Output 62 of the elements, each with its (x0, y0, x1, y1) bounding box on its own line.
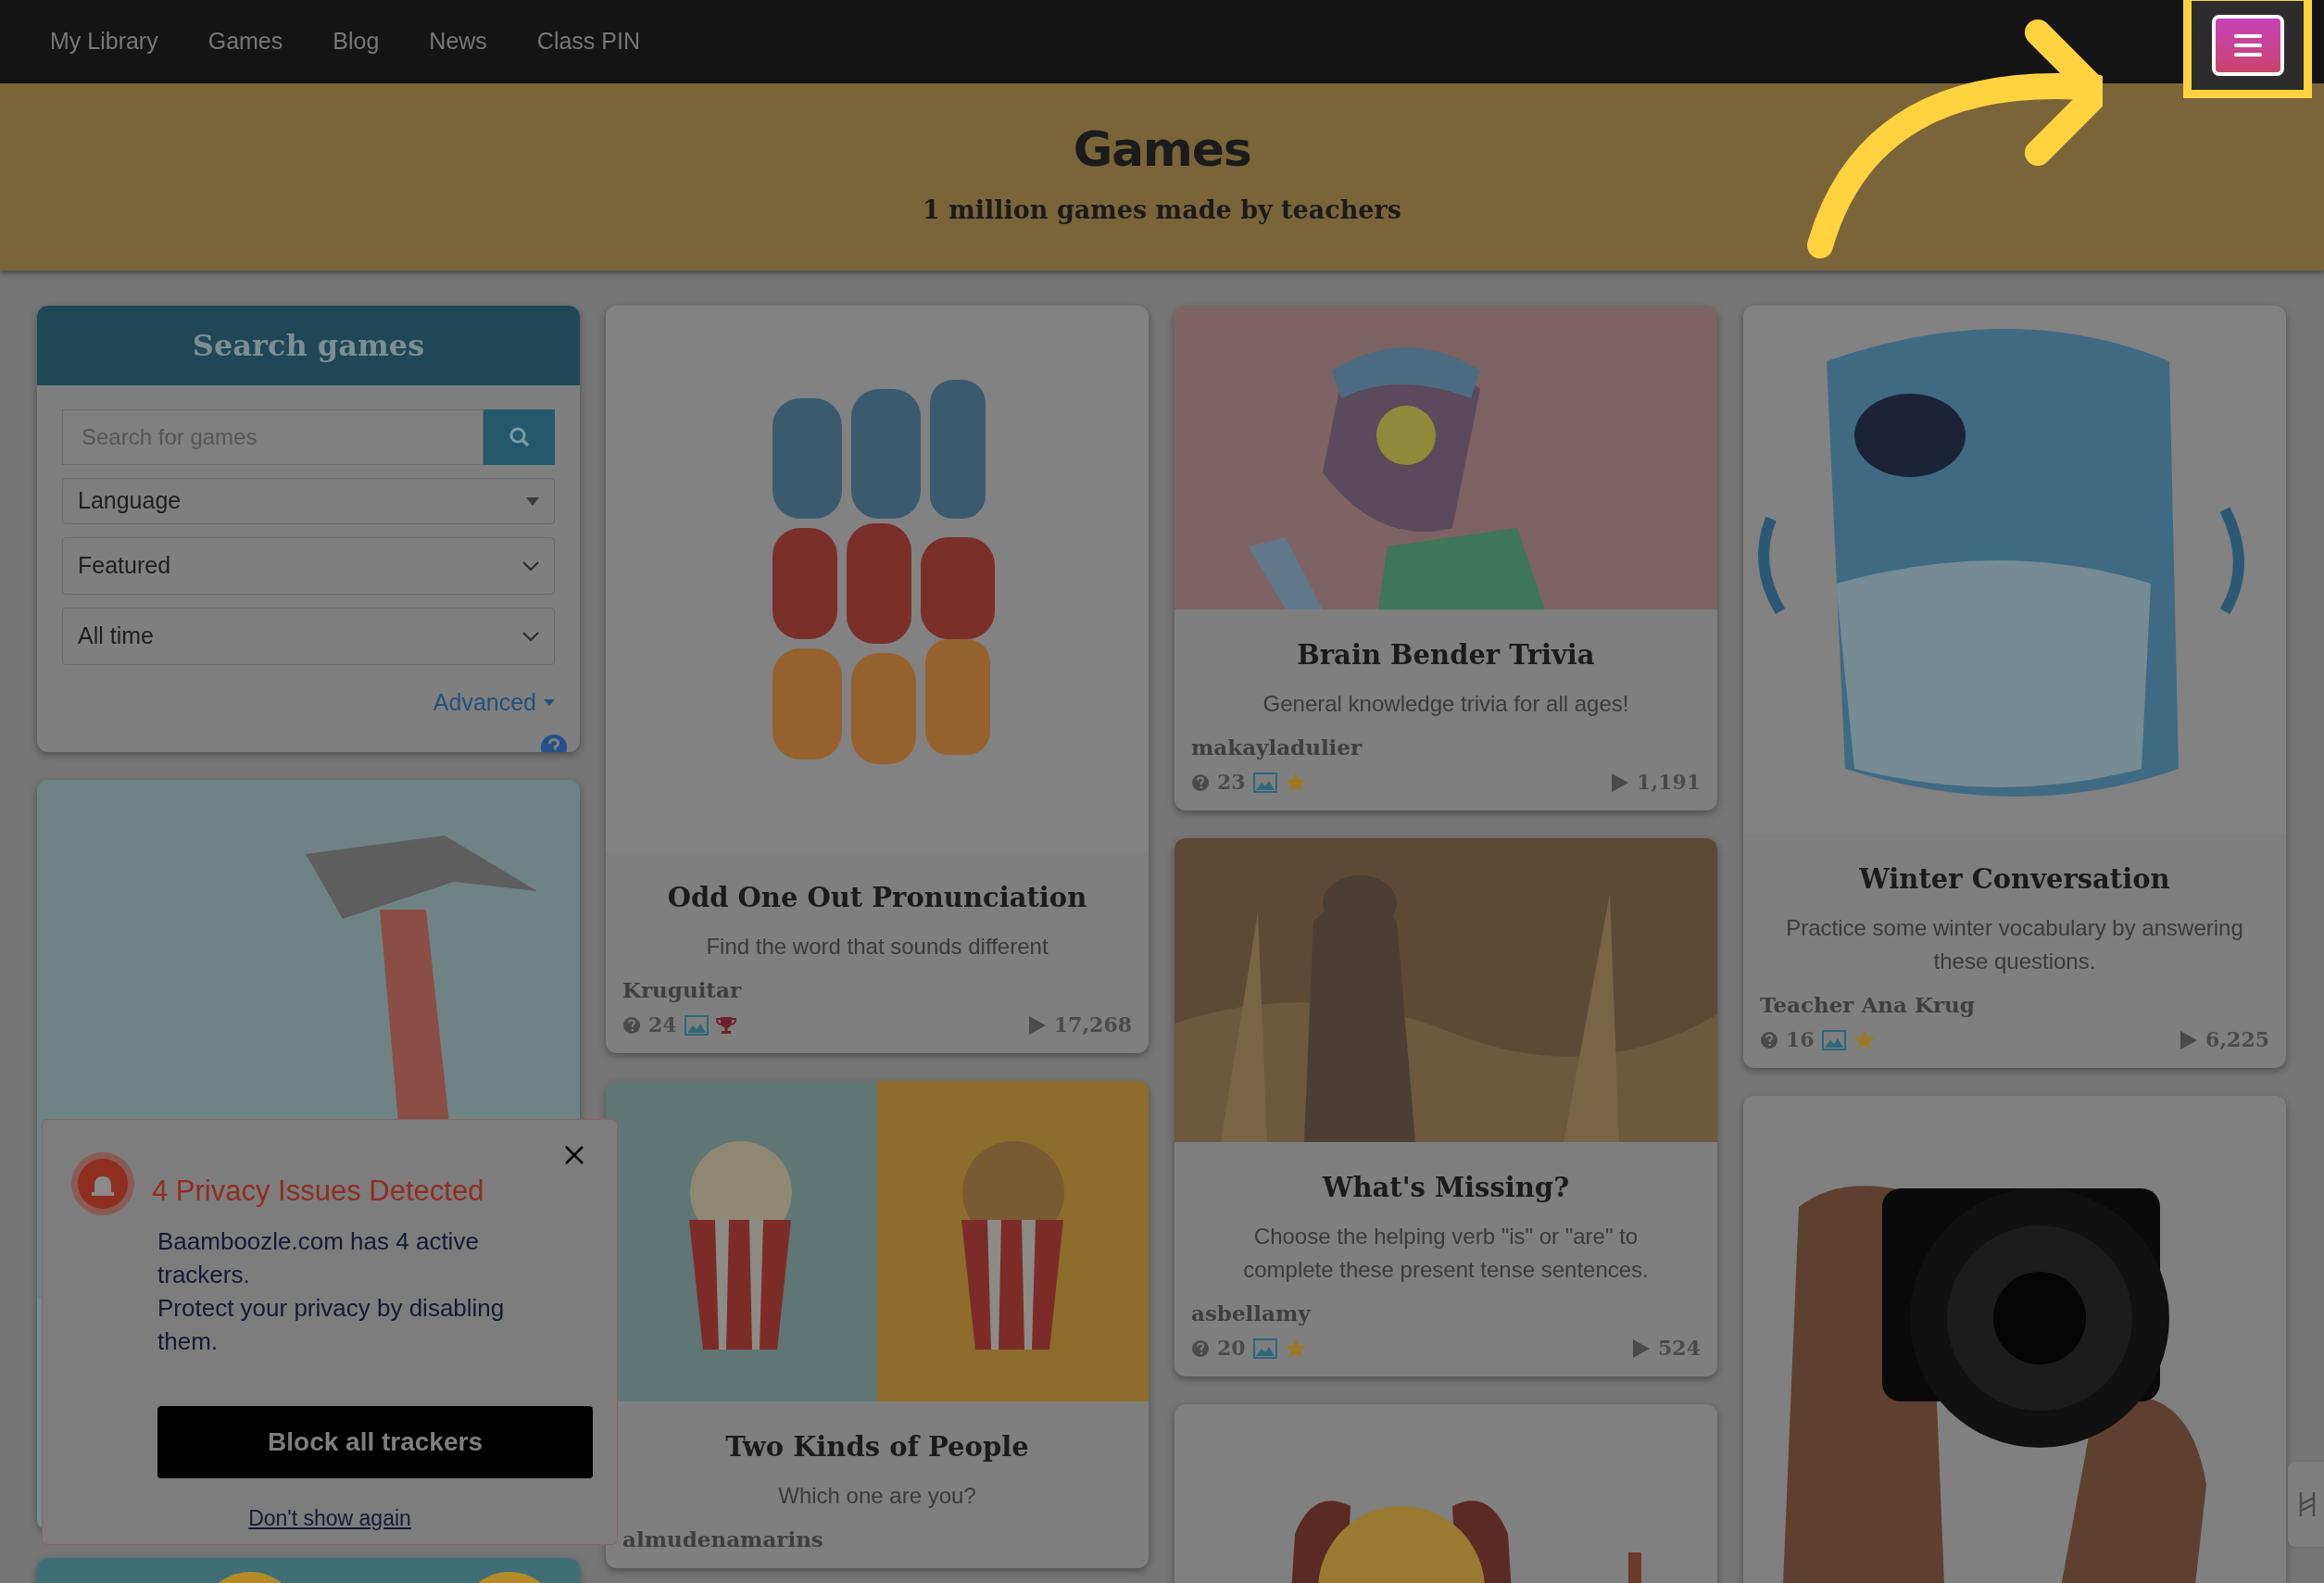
play-icon (1027, 1014, 1047, 1036)
select-dropdown[interactable]: Language (62, 478, 555, 524)
nav-link[interactable]: Blog (333, 24, 380, 59)
author-name: Kruguitar (622, 975, 743, 1004)
question-icon (622, 1015, 641, 1035)
game-description: Find the word that sounds different (705, 932, 1049, 961)
play-icon (2180, 1029, 2199, 1050)
question-icon (1191, 1338, 1210, 1358)
image-icon (1252, 772, 1277, 793)
play-icon (1632, 1338, 1652, 1359)
author-name: asbellamy (1191, 1299, 1313, 1327)
game-title: Two Kinds of People (724, 1430, 1030, 1464)
star-icon (1853, 1029, 1876, 1050)
game-description: Choose the helping verb "is" or "are" to complete these present tense sentences. (1242, 1222, 1650, 1284)
side-tab-icon (2298, 1490, 2317, 1518)
author-name: almudenamarins (622, 1525, 824, 1553)
nav-link[interactable]: My Library (50, 24, 158, 59)
select-dropdown[interactable]: Featured (62, 537, 555, 595)
page-title: Games (1073, 124, 1251, 173)
search-button[interactable] (484, 409, 555, 465)
menu-icon (2233, 34, 2262, 57)
chevron-icon (522, 560, 539, 572)
side-tab[interactable] (2288, 1462, 2324, 1547)
caret-icon (544, 699, 555, 707)
play-icon (1611, 772, 1630, 793)
menu-button[interactable] (2211, 15, 2284, 76)
game-description: General knowledge trivia for all ages! (1262, 689, 1630, 718)
image-icon (684, 1014, 709, 1036)
alarm-icon (70, 1151, 135, 1216)
advanced-link[interactable]: Advanced (433, 685, 555, 721)
game-title: What's Missing? (1321, 1171, 1571, 1205)
help-icon[interactable] (540, 733, 568, 752)
nav-link[interactable]: Games (207, 24, 283, 59)
game-description: Which one are you? (777, 1481, 977, 1510)
chevron-icon (522, 631, 539, 642)
panel-title: Search games (37, 306, 580, 385)
block-trackers-button[interactable]: Block all trackers (157, 1405, 593, 1478)
game-title: Winter Conversation (1858, 862, 2171, 897)
popup-message: Protect your privacy by disabling them. (157, 1292, 506, 1357)
select-dropdown[interactable]: All time (62, 608, 555, 665)
nav-link[interactable]: News (429, 24, 487, 59)
game-title: Odd One Out Pronunciation (666, 881, 1088, 915)
image-icon (1252, 1338, 1277, 1359)
popup-message: Baamboozle.com has 4 active trackers. (157, 1225, 480, 1290)
caret-icon (526, 496, 539, 506)
author-name: makayladulier (1191, 733, 1363, 761)
game-description: Practice some winter vocabulary by answering these questions. (1785, 913, 2244, 975)
author-name: Teacher Ana Krug (1760, 990, 1976, 1019)
nav-link[interactable]: Class PIN (536, 24, 640, 59)
search-icon (508, 426, 531, 448)
question-icon (1760, 1030, 1778, 1049)
star-icon (1284, 772, 1307, 793)
close-icon (564, 1145, 584, 1165)
popup-title: 4 Privacy Issues Detected (152, 1174, 485, 1209)
game-card[interactable]: Two Kinds of People Which one are you? almudenamarins (606, 1081, 1149, 1568)
trophy-icon (715, 1014, 736, 1036)
dont-show-link[interactable]: Don't show again (248, 1501, 411, 1534)
page-subtitle: 1 million games made by teachers (923, 194, 1401, 226)
game-title: Brain Bender Trivia (1296, 638, 1596, 672)
image-icon (1821, 1029, 1846, 1050)
question-icon (1191, 773, 1210, 792)
star-icon (1284, 1338, 1307, 1359)
